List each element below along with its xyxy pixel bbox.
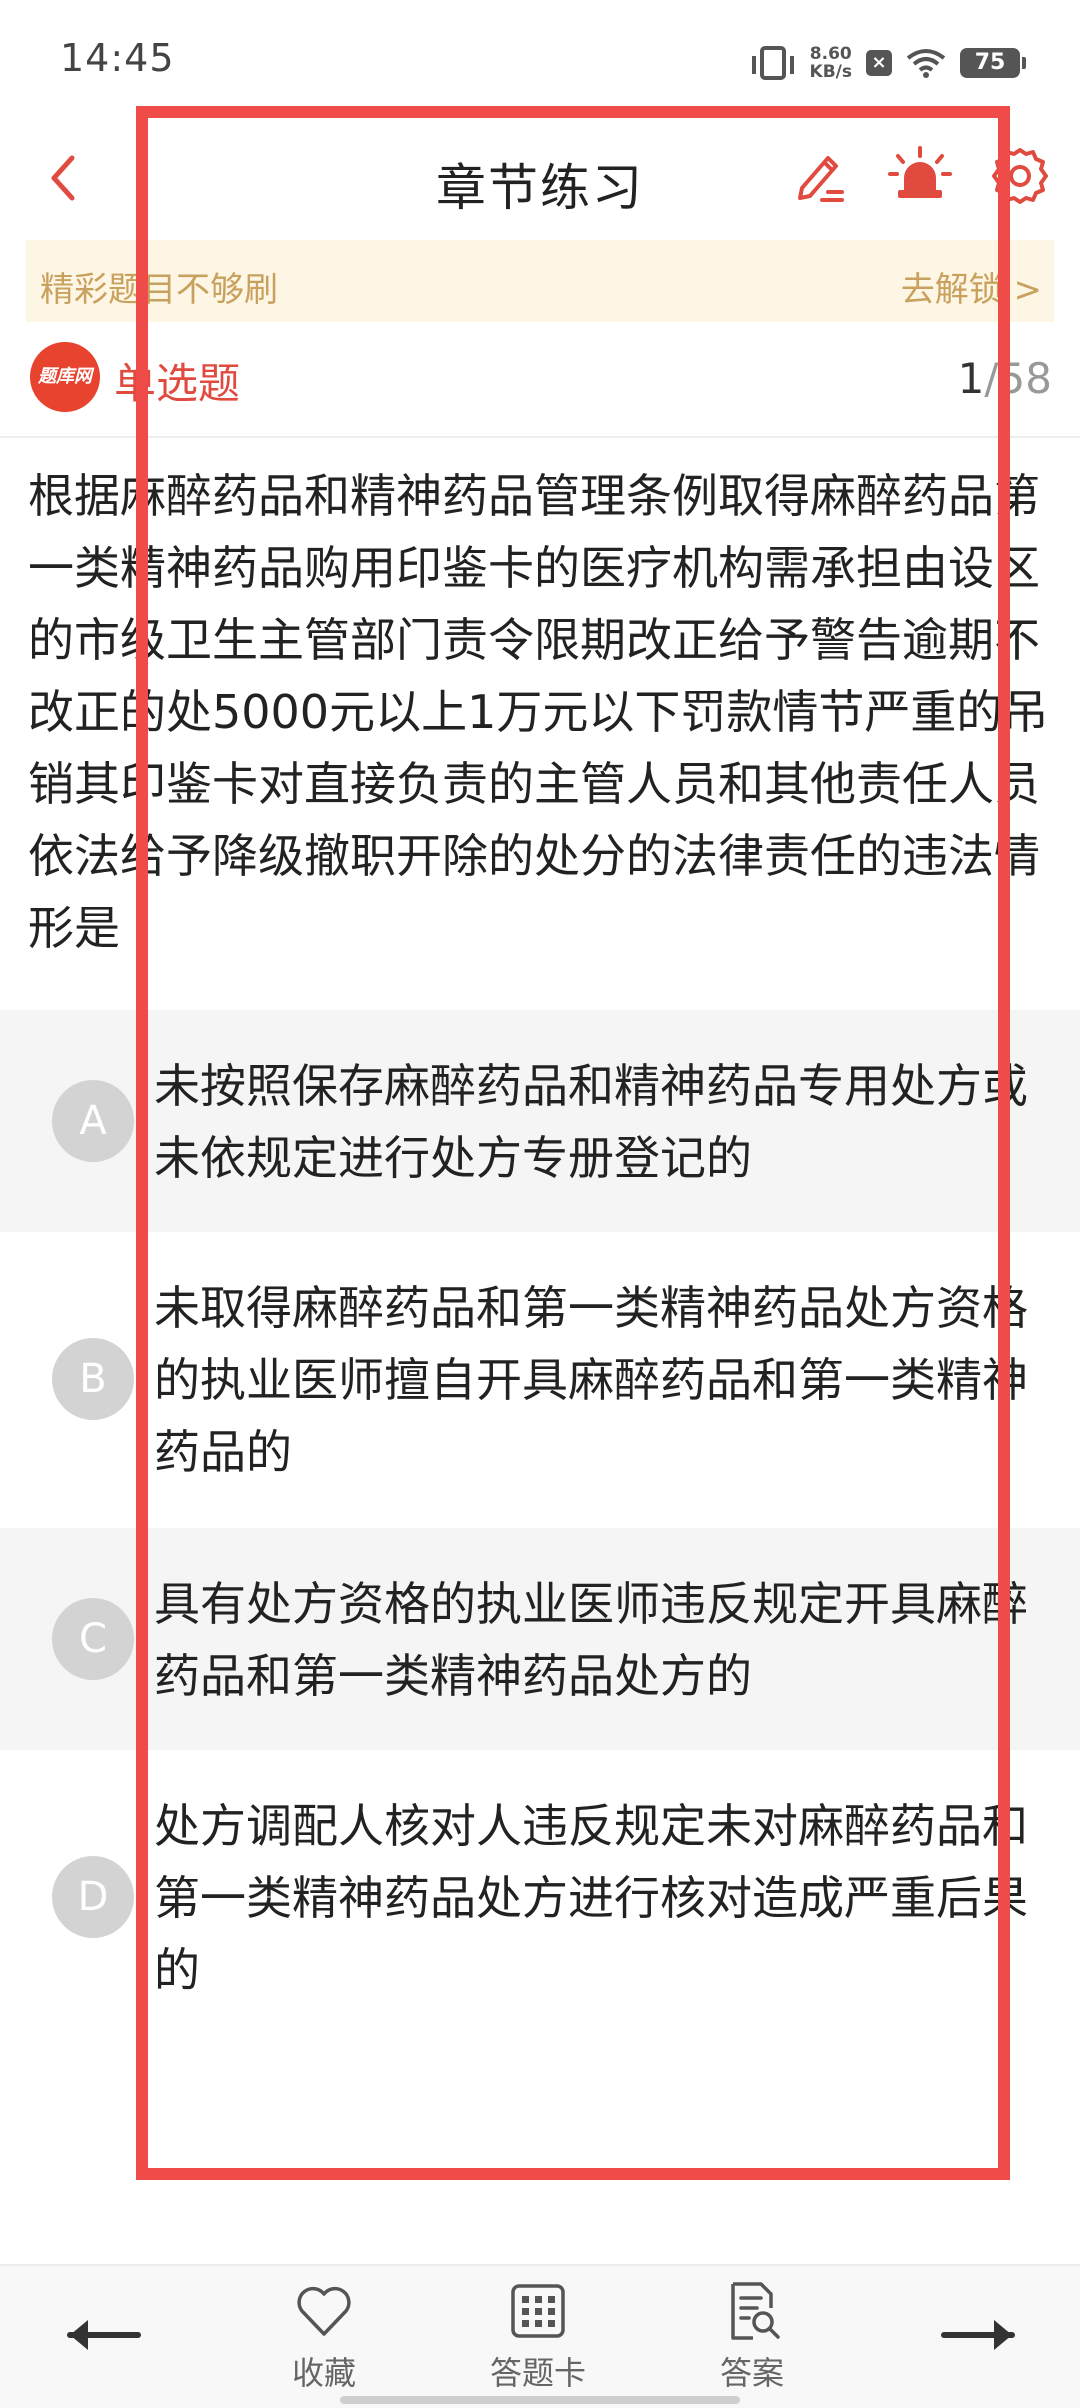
favorite-button[interactable]: 收藏	[264, 2280, 384, 2394]
previous-arrow-icon[interactable]	[64, 2310, 144, 2360]
option-text: 未取得麻醉药品和第一类精神药品处方资格的执业医师擅自开具麻醉药品和第一类精神药品…	[154, 1281, 1028, 1479]
status-bar: 14:45 8.60 KB/s × 75	[0, 0, 1080, 120]
network-speed: 8.60 KB/s	[810, 45, 852, 81]
option-letter: C	[52, 1598, 134, 1680]
status-icons: 8.60 KB/s × 75	[751, 40, 1026, 86]
document-search-icon	[731, 2282, 780, 2340]
network-speed-value: 8.60	[809, 44, 852, 64]
app-logo: 题库网	[30, 342, 100, 412]
option-a[interactable]: A 未按照保存麻醉药品和精神药品专用处方或未依规定进行处方专册登记的	[0, 1010, 1080, 1232]
answer-card-button[interactable]: 答题卡	[478, 2280, 598, 2394]
total-questions: /58	[984, 354, 1052, 403]
current-question-number: 1	[957, 354, 985, 403]
answer-card-label: 答题卡	[489, 2354, 586, 2392]
answer-label: 答案	[719, 2354, 784, 2392]
question-text: 根据麻醉药品和精神药品管理条例取得麻醉药品第一类精神药品购用印鉴卡的医疗机构需承…	[28, 469, 1049, 955]
question-type-row: 题库网 单选题 1/58	[0, 332, 1080, 432]
heart-icon	[297, 2286, 351, 2336]
option-text: 处方调配人核对人违反规定未对麻醉药品和第一类精神药品处方进行核对造成严重后果的	[154, 1799, 1028, 1997]
answer-button[interactable]: 答案	[692, 2280, 812, 2394]
question-type-label: 单选题	[114, 359, 241, 408]
vibrate-icon	[751, 46, 794, 80]
header: 章节练习	[0, 120, 1080, 240]
edit-icon[interactable]	[788, 144, 852, 208]
bottom-nav-bar: 收藏 答题卡 答案	[0, 2264, 1080, 2408]
option-letter: D	[52, 1856, 134, 1938]
promo-banner[interactable]: 精彩题目不够刷 去解锁 >	[26, 240, 1054, 322]
promo-text: 精彩题目不够刷	[40, 270, 278, 310]
divider	[0, 436, 1080, 438]
next-arrow-icon[interactable]	[938, 2310, 1018, 2360]
status-time: 14:45	[60, 36, 175, 80]
option-b[interactable]: B 未取得麻醉药品和第一类精神药品处方资格的执业医师擅自开具麻醉药品和第一类精神…	[0, 1232, 1080, 1528]
grid-card-icon	[511, 2284, 565, 2338]
option-text: 未按照保存麻醉药品和精神药品专用处方或未依规定进行处方专册登记的	[154, 1059, 1028, 1185]
question-progress: 1/58	[958, 354, 1052, 403]
wifi-icon	[906, 49, 946, 78]
favorite-label: 收藏	[291, 2354, 356, 2392]
option-letter: B	[52, 1338, 134, 1420]
alarm-light-icon[interactable]	[888, 144, 952, 208]
option-letter: A	[52, 1080, 134, 1162]
home-indicator[interactable]	[340, 2396, 740, 2404]
option-c[interactable]: C 具有处方资格的执业医师违反规定开具麻醉药品和第一类精神药品处方的	[0, 1528, 1080, 1750]
battery-indicator: 75	[960, 48, 1026, 78]
gear-icon[interactable]	[988, 144, 1052, 208]
option-d[interactable]: D 处方调配人核对人违反规定未对麻醉药品和第一类精神药品处方进行核对造成严重后果…	[0, 1750, 1080, 2046]
option-text: 具有处方资格的执业医师违反规定开具麻醉药品和第一类精神药品处方的	[154, 1577, 1028, 1703]
unlock-link[interactable]: 去解锁 >	[901, 262, 1042, 311]
notification-x-icon: ×	[866, 50, 892, 76]
network-speed-unit: KB/s	[809, 62, 852, 82]
